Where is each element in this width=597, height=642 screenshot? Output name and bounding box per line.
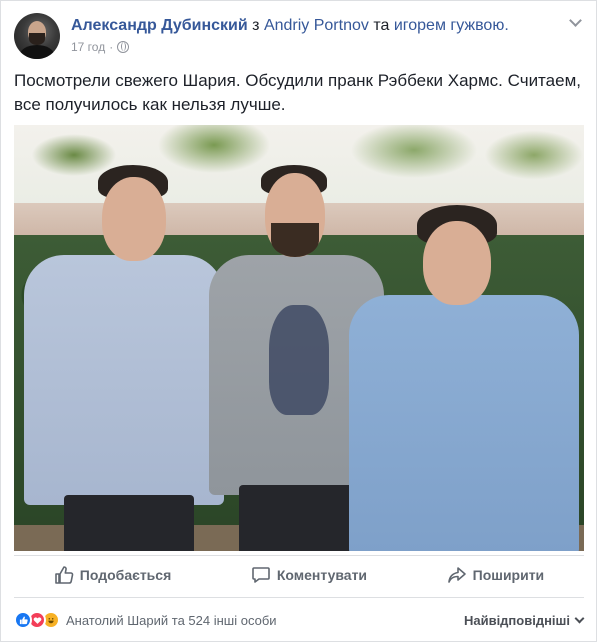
post-options-chevron-icon[interactable] xyxy=(568,15,582,29)
tag-connector: з xyxy=(252,17,260,34)
meta-separator: · xyxy=(109,40,114,54)
thumbs-up-icon xyxy=(54,566,74,584)
post-header: Александр Дубинский з Andriy Portnov та … xyxy=(71,15,509,37)
post-text: Посмотрели свежего Шария. Обсудили пранк… xyxy=(14,71,581,114)
share-arrow-icon xyxy=(447,567,466,583)
action-bar: Подобається Коментувати Поширити xyxy=(14,559,584,591)
share-label: Поширити xyxy=(472,567,545,583)
author-avatar[interactable] xyxy=(14,13,60,59)
post-timestamp[interactable]: 17 год xyxy=(71,40,105,54)
comment-icon xyxy=(252,567,270,583)
photo-person-left xyxy=(24,165,224,551)
reactions-bar: Анатолий Шарий та 524 інші особи Найвідп… xyxy=(14,609,584,631)
tag-connector-2: та xyxy=(373,17,390,34)
like-label: Подобається xyxy=(79,567,172,583)
like-reaction-icon[interactable] xyxy=(14,611,32,629)
tagged-other-link[interactable]: игорем гужвою. xyxy=(394,17,509,34)
sort-label: Найвідповідніші xyxy=(463,612,570,628)
comment-label: Коментувати xyxy=(276,567,368,583)
avatar-body xyxy=(20,45,54,59)
divider-top xyxy=(14,555,584,556)
share-button[interactable]: Поширити xyxy=(447,565,545,585)
globe-icon[interactable] xyxy=(117,41,130,53)
post-meta: 17 год · xyxy=(71,40,130,54)
author-name-link[interactable]: Александр Дубинский xyxy=(71,17,248,34)
avatar-beard xyxy=(29,33,45,45)
facebook-post: Александр Дубинский з Andriy Portnov та … xyxy=(0,0,597,642)
comment-sort-dropdown[interactable]: Найвідповідніші xyxy=(464,613,584,628)
post-photo[interactable] xyxy=(14,125,584,551)
divider-bottom xyxy=(14,597,584,598)
comment-button[interactable]: Коментувати xyxy=(251,565,367,585)
tagged-user-link[interactable]: Andriy Portnov xyxy=(264,17,369,34)
chevron-down-icon xyxy=(575,616,584,625)
like-button[interactable]: Подобається xyxy=(54,565,171,585)
reaction-summary-link[interactable]: Анатолий Шарий та 524 інші особи xyxy=(66,613,277,628)
photo-person-right xyxy=(349,205,579,551)
